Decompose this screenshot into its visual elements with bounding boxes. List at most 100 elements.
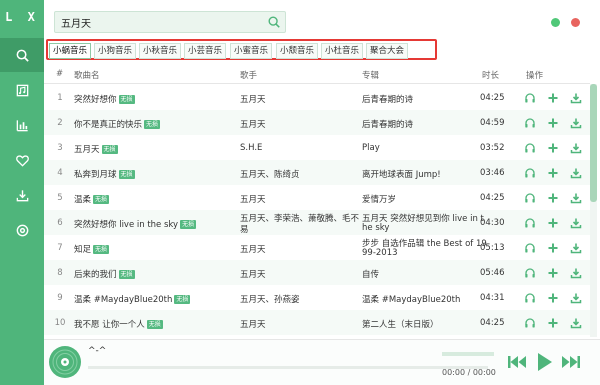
close-button[interactable] [571, 18, 580, 27]
previous-icon[interactable] [506, 351, 528, 373]
minimize-button[interactable] [551, 18, 560, 27]
song-name: 后来的我们 [74, 270, 117, 280]
song-name: 你不是真正的快乐 [74, 120, 143, 130]
duration: 05:46 [480, 268, 505, 278]
add-icon[interactable] [547, 192, 559, 204]
album-disc-icon [49, 346, 81, 378]
song-name-cell: 突然好想你 live in the sky 无损 [74, 218, 197, 230]
duration: 04:25 [480, 193, 505, 203]
listen-icon[interactable] [524, 267, 536, 279]
add-icon[interactable] [547, 267, 559, 279]
sidebar-item-favorites[interactable] [0, 143, 44, 177]
listen-icon[interactable] [524, 167, 536, 179]
table-row[interactable]: 5 温柔 无损 五月天 爱情万岁 04:25 [44, 185, 590, 210]
tab-source[interactable]: 小秋音乐 [139, 43, 181, 59]
add-icon[interactable] [547, 317, 559, 329]
download-icon[interactable] [570, 217, 582, 229]
listen-icon[interactable] [524, 317, 536, 329]
album: 离开地球表面 Jump! [362, 170, 441, 180]
sidebar-item-downloads[interactable] [0, 178, 44, 212]
singer: 五月天、李荣浩、萧敬腾、毛不 [240, 214, 360, 224]
row-number: 3 [57, 143, 63, 153]
play-icon[interactable] [533, 351, 555, 373]
add-icon[interactable] [547, 117, 559, 129]
tab-source[interactable]: 小杜音乐 [321, 43, 363, 59]
lossless-badge: 无损 [174, 295, 191, 304]
lossless-badge: 无损 [118, 95, 135, 104]
search-icon [16, 49, 29, 62]
song-name-cell: 温柔 #MaydayBlue20th 无损 [74, 293, 191, 305]
download-icon[interactable] [570, 267, 582, 279]
table-row[interactable]: 9 温柔 #MaydayBlue20th 无损 五月天、孙燕姿 温柔 #MaydayBl… [44, 285, 590, 310]
track-title: ^-^ [88, 346, 107, 356]
header-album: 专辑 [362, 71, 380, 81]
song-name: 私奔到月球 [74, 170, 117, 180]
download-icon[interactable] [570, 167, 582, 179]
song-name: 五月天 [74, 145, 100, 155]
listen-icon[interactable] [524, 117, 536, 129]
table-row[interactable]: 3 五月天 无损 S.H.E Play 03:52 [44, 135, 590, 160]
album: 爱情万岁 [362, 195, 397, 205]
download-icon[interactable] [570, 292, 582, 304]
song-name-cell: 你不是真正的快乐 无损 [74, 118, 161, 130]
table-row[interactable]: 10 我不愿 让你一个人 无损 五月天 第二人生（末日版） 04:25 [44, 310, 590, 335]
duration: 05:13 [480, 243, 505, 253]
tab-source[interactable]: 小狗音乐 [94, 43, 136, 59]
table-row[interactable]: 6 突然好想你 live in the sky 无损 五月天、李荣浩、萧敬腾、毛不易五… [44, 210, 590, 235]
table-row[interactable]: 1 突然好想你 无损 五月天 后青春期的诗 04:25 [44, 85, 590, 110]
download-icon[interactable] [570, 142, 582, 154]
listen-icon[interactable] [524, 292, 536, 304]
table-row[interactable]: 2 你不是真正的快乐 无损 五月天 后青春期的诗 04:59 [44, 110, 590, 135]
download-icon[interactable] [570, 242, 582, 254]
listen-icon[interactable] [524, 217, 536, 229]
table-row[interactable]: 8 后来的我们 无损 五月天 自传 05:46 [44, 260, 590, 285]
tab-source[interactable]: 小芸音乐 [184, 43, 226, 59]
download-icon[interactable] [570, 317, 582, 329]
app-logo: L X [5, 10, 39, 24]
singer: 五月天、孙燕姿 [240, 295, 300, 305]
singer: 五月天、陈绮贞 [240, 170, 300, 180]
progress-bar[interactable] [88, 366, 488, 369]
search-icon[interactable] [267, 15, 281, 29]
source-tabs: 小蜗音乐 小狗音乐 小秋音乐 小芸音乐 小蜜音乐 小颓音乐 小杜音乐 聚合大会 [46, 39, 437, 60]
sidebar-item-settings[interactable] [0, 213, 44, 247]
tab-source[interactable]: 小蜗音乐 [49, 43, 91, 59]
tab-source[interactable]: 聚合大会 [366, 43, 408, 59]
tab-source[interactable]: 小颓音乐 [276, 43, 318, 59]
listen-icon[interactable] [524, 142, 536, 154]
song-name: 温柔 [74, 195, 92, 205]
duration: 04:25 [480, 93, 505, 103]
sidebar-item-leaderboard[interactable] [0, 108, 44, 142]
download-icon[interactable] [570, 92, 582, 104]
download-icon[interactable] [570, 117, 582, 129]
listen-icon[interactable] [524, 242, 536, 254]
lossless-badge: 无损 [93, 195, 110, 204]
singer: S.H.E [240, 143, 263, 153]
song-name-cell: 五月天 无损 [74, 143, 118, 155]
add-icon[interactable] [547, 167, 559, 179]
add-icon[interactable] [547, 142, 559, 154]
volume-bar[interactable] [442, 352, 494, 356]
chart-icon [16, 119, 28, 131]
scrollbar[interactable] [590, 84, 597, 337]
song-name-cell: 私奔到月球 无损 [74, 168, 135, 180]
tab-source[interactable]: 小蜜音乐 [230, 43, 272, 59]
sidebar-item-songlist[interactable] [0, 73, 44, 107]
add-icon[interactable] [547, 92, 559, 104]
next-icon[interactable] [560, 351, 582, 373]
listen-icon[interactable] [524, 92, 536, 104]
table-row[interactable]: 7 知足 无损 五月天 步步 自选作品辑 the Best of 19 99-2013 05… [44, 235, 590, 260]
time-display: 00:00 / 00:00 [442, 368, 496, 377]
add-icon[interactable] [547, 217, 559, 229]
listen-icon[interactable] [524, 192, 536, 204]
sidebar: L X [0, 0, 44, 385]
add-icon[interactable] [547, 242, 559, 254]
table-row[interactable]: 4 私奔到月球 无损 五月天、陈绮贞 离开地球表面 Jump! 03:46 [44, 160, 590, 185]
download-icon[interactable] [570, 192, 582, 204]
add-icon[interactable] [547, 292, 559, 304]
song-name-cell: 后来的我们 无损 [74, 268, 135, 280]
scrollbar-thumb[interactable] [590, 84, 597, 202]
sidebar-item-search[interactable] [0, 38, 44, 72]
album: 后青春期的诗 [362, 95, 414, 105]
search-input[interactable] [55, 12, 255, 32]
